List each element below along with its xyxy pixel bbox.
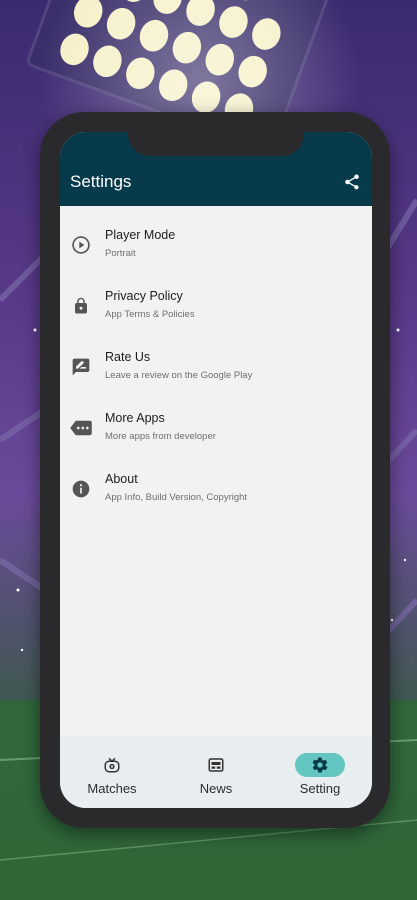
setting-about[interactable]: About App Info, Build Version, Copyright	[60, 464, 372, 525]
more-apps-icon	[70, 417, 92, 439]
setting-more-apps[interactable]: More Apps More apps from developer	[60, 403, 372, 464]
nav-label: News	[199, 780, 233, 796]
setting-player-mode[interactable]: Player Mode Portrait	[60, 220, 372, 281]
setting-title: About	[105, 472, 138, 486]
setting-rate-us[interactable]: Rate Us Leave a review on the Google Pla…	[60, 342, 372, 403]
app-screen: Settings Player Mode Portrait Privacy Po…	[60, 132, 372, 808]
setting-subtitle: App Info, Build Version, Copyright	[105, 492, 248, 503]
setting-title: Rate Us	[105, 350, 151, 364]
setting-subtitle: More apps from developer	[105, 431, 216, 442]
tv-icon	[87, 753, 137, 777]
page-title: Settings	[70, 172, 132, 191]
setting-subtitle: Portrait	[105, 248, 136, 259]
nav-matches[interactable]: Matches	[67, 753, 157, 796]
setting-subtitle: Leave a review on the Google Play	[105, 370, 253, 381]
info-icon	[70, 478, 92, 500]
setting-subtitle: App Terms & Policies	[105, 309, 195, 320]
lock-icon	[70, 295, 92, 317]
nav-news[interactable]: News	[171, 753, 261, 796]
nav-setting[interactable]: Setting	[275, 752, 365, 796]
phone-notch	[128, 112, 304, 156]
news-icon	[191, 753, 241, 777]
share-icon[interactable]	[340, 170, 364, 194]
nav-label: Matches	[87, 780, 137, 796]
setting-title: Privacy Policy	[105, 289, 183, 303]
setting-privacy-policy[interactable]: Privacy Policy App Terms & Policies	[60, 281, 372, 342]
settings-list: Player Mode Portrait Privacy Policy App …	[60, 206, 372, 525]
gear-icon	[295, 752, 345, 777]
setting-title: More Apps	[105, 411, 165, 425]
nav-label: Setting	[299, 780, 341, 796]
app-bar: Settings	[60, 158, 372, 206]
setting-title: Player Mode	[105, 228, 176, 242]
bottom-navigation: Matches News Setting	[60, 736, 372, 808]
rate-review-icon	[70, 356, 92, 378]
play-circle-icon	[70, 234, 92, 256]
